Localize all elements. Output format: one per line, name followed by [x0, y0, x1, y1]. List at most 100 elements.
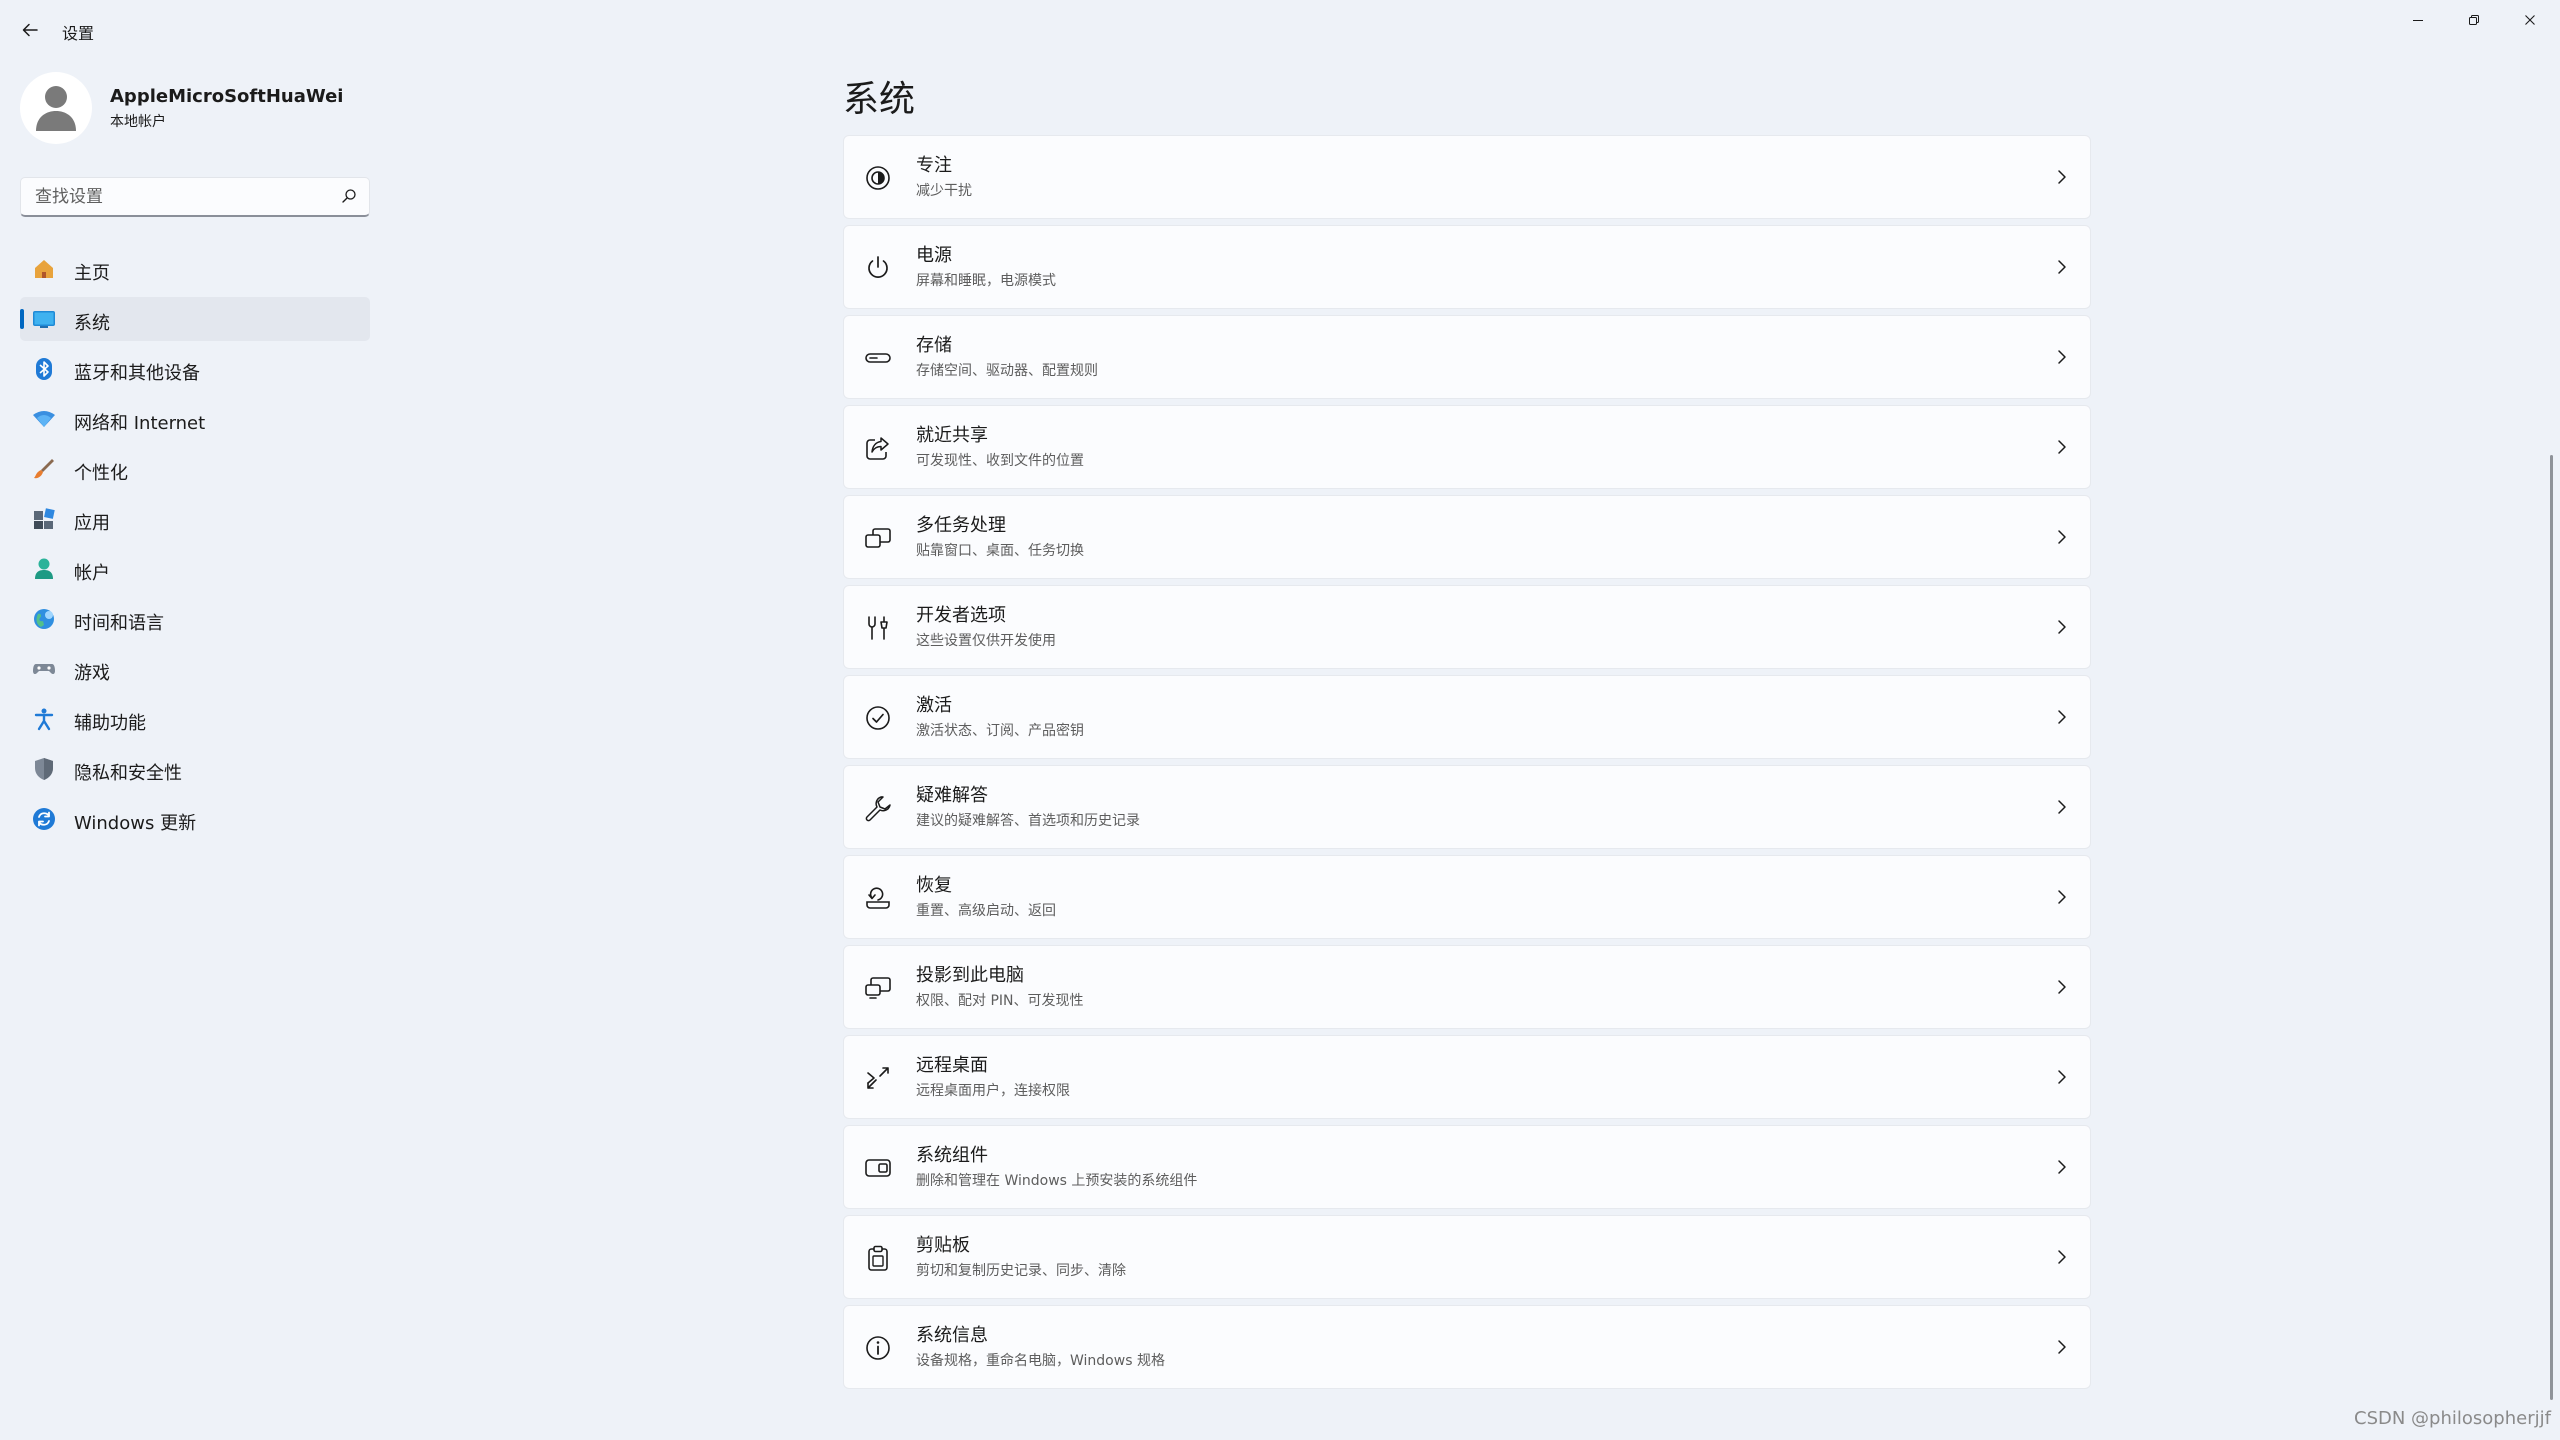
card-clipboard[interactable]: 剪贴板 剪切和复制历史记录、同步、清除 [843, 1215, 2091, 1299]
sidebar-item-privacy-security[interactable]: 隐私和安全性 [20, 747, 370, 791]
sidebar-item-time-language[interactable]: 时间和语言 [20, 597, 370, 641]
chevron-right-icon [2058, 350, 2066, 364]
card-activation[interactable]: 激活 激活状态、订阅、产品密钥 [843, 675, 2091, 759]
globe-icon [32, 607, 56, 631]
sidebar-item-accounts[interactable]: 帐户 [20, 547, 370, 591]
card-storage[interactable]: 存储 存储空间、驱动器、配置规则 [843, 315, 2091, 399]
restore-icon [2469, 15, 2479, 25]
sidebar-item-gaming[interactable]: 游戏 [20, 647, 370, 691]
sidebar-item-label: 应用 [74, 513, 110, 534]
account-icon [32, 557, 56, 581]
card-subtitle: 这些设置仅供开发使用 [916, 633, 1056, 649]
close-icon [2525, 15, 2535, 25]
sidebar-item-personalization[interactable]: 个性化 [20, 447, 370, 491]
sidebar-item-label: 主页 [74, 263, 110, 284]
sidebar-item-label: 辅助功能 [74, 713, 146, 734]
scrollbar[interactable] [2550, 455, 2553, 1400]
card-subtitle: 屏幕和睡眠，电源模式 [916, 273, 1056, 289]
remote-desktop-icon [864, 1064, 892, 1092]
apps-icon [32, 507, 56, 531]
card-power[interactable]: 电源 屏幕和睡眠，电源模式 [843, 225, 2091, 309]
accessibility-icon [32, 707, 56, 731]
multitasking-icon [864, 524, 892, 552]
sidebar-item-windows-update[interactable]: Windows 更新 [20, 797, 370, 841]
search-icon[interactable] [341, 188, 357, 204]
restore-button[interactable] [2446, 6, 2502, 34]
sidebar-item-apps[interactable]: 应用 [20, 497, 370, 541]
clipboard-icon [864, 1244, 892, 1272]
chevron-right-icon [2058, 440, 2066, 454]
card-title: 专注 [916, 155, 952, 176]
card-troubleshoot[interactable]: 疑难解答 建议的疑难解答、首选项和历史记录 [843, 765, 2091, 849]
back-button[interactable] [16, 16, 44, 44]
sidebar-item-label: 个性化 [74, 463, 128, 484]
system-icon [32, 307, 56, 331]
card-subtitle: 减少干扰 [916, 183, 972, 199]
card-title: 系统组件 [916, 1145, 988, 1166]
chevron-right-icon [2058, 1070, 2066, 1084]
sidebar-item-label: 系统 [74, 313, 110, 334]
sidebar-item-label: Windows 更新 [74, 813, 197, 834]
page-title: 系统 [843, 79, 916, 120]
card-subtitle: 剪切和复制历史记录、同步、清除 [916, 1263, 1126, 1279]
selection-indicator [20, 309, 24, 329]
card-remote-desktop[interactable]: 远程桌面 远程桌面用户，连接权限 [843, 1035, 2091, 1119]
chevron-right-icon [2058, 620, 2066, 634]
card-nearby-sharing[interactable]: 就近共享 可发现性、收到文件的位置 [843, 405, 2091, 489]
chevron-right-icon [2058, 980, 2066, 994]
minimize-button[interactable] [2390, 6, 2446, 34]
card-focus[interactable]: 专注 减少干扰 [843, 135, 2091, 219]
sidebar-item-accessibility[interactable]: 辅助功能 [20, 697, 370, 741]
card-title: 多任务处理 [916, 515, 1006, 536]
card-subtitle: 可发现性、收到文件的位置 [916, 453, 1084, 469]
sidebar-item-network[interactable]: 网络和 Internet [20, 397, 370, 441]
sidebar-item-home[interactable]: 主页 [20, 247, 370, 291]
sidebar-item-label: 帐户 [74, 563, 110, 584]
close-button[interactable] [2502, 6, 2558, 34]
sidebar-item-label: 游戏 [74, 663, 110, 684]
card-title: 疑难解答 [916, 785, 988, 806]
focus-icon [864, 164, 892, 192]
windows-update-icon [32, 807, 56, 831]
share-icon [864, 434, 892, 462]
card-system-components[interactable]: 系统组件 删除和管理在 Windows 上预安装的系统组件 [843, 1125, 2091, 1209]
card-subtitle: 权限、配对 PIN、可发现性 [916, 993, 1084, 1009]
sidebar-item-bluetooth[interactable]: 蓝牙和其他设备 [20, 347, 370, 391]
card-developer-options[interactable]: 开发者选项 这些设置仅供开发使用 [843, 585, 2091, 669]
avatar[interactable] [20, 72, 92, 144]
chevron-right-icon [2058, 1340, 2066, 1354]
chevron-right-icon [2058, 260, 2066, 274]
search-box[interactable] [20, 177, 370, 217]
user-name: AppleMicroSoftHuaWei [110, 86, 344, 107]
power-icon [864, 254, 892, 282]
card-subtitle: 激活状态、订阅、产品密钥 [916, 723, 1084, 739]
wrench-icon [864, 794, 892, 822]
chevron-right-icon [2058, 710, 2066, 724]
info-icon [864, 1334, 892, 1362]
shield-icon [32, 757, 56, 781]
card-title: 剪贴板 [916, 1235, 970, 1256]
home-icon [32, 257, 56, 281]
brush-icon [32, 457, 56, 481]
card-subtitle: 设备规格，重命名电脑，Windows 规格 [916, 1353, 1165, 1369]
card-subtitle: 贴靠窗口、桌面、任务切换 [916, 543, 1084, 559]
card-title: 远程桌面 [916, 1055, 988, 1076]
card-multitasking[interactable]: 多任务处理 贴靠窗口、桌面、任务切换 [843, 495, 2091, 579]
search-input[interactable] [33, 178, 337, 216]
activation-check-icon [864, 704, 892, 732]
card-subtitle: 建议的疑难解答、首选项和历史记录 [916, 813, 1140, 829]
sidebar-item-system[interactable]: 系统 [20, 297, 370, 341]
sidebar-item-label: 蓝牙和其他设备 [74, 363, 200, 384]
card-about[interactable]: 系统信息 设备规格，重命名电脑，Windows 规格 [843, 1305, 2091, 1389]
system-components-icon [864, 1154, 892, 1182]
app-title: 设置 [62, 24, 95, 43]
card-subtitle: 远程桌面用户，连接权限 [916, 1083, 1070, 1099]
card-project-to-pc[interactable]: 投影到此电脑 权限、配对 PIN、可发现性 [843, 945, 2091, 1029]
bluetooth-icon [32, 357, 56, 381]
card-title: 存储 [916, 335, 952, 356]
card-recovery[interactable]: 恢复 重置、高级启动、返回 [843, 855, 2091, 939]
sidebar-item-label: 隐私和安全性 [74, 763, 182, 784]
card-title: 电源 [916, 245, 952, 266]
developer-tools-icon [864, 614, 892, 642]
chevron-right-icon [2058, 1250, 2066, 1264]
